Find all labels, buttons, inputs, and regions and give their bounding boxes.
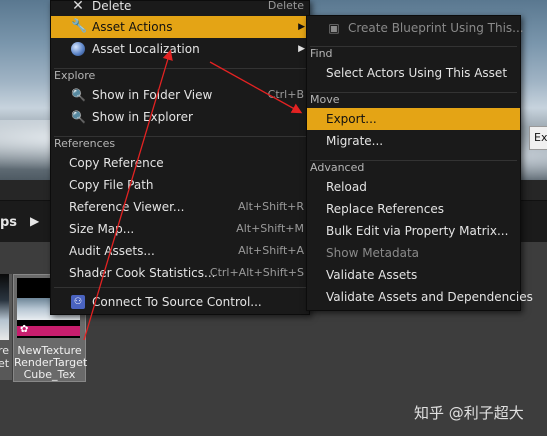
- watermark-text: 知乎 @利子超大: [414, 404, 524, 422]
- annotation-arrows: [83, 49, 303, 341]
- annotation-arrow-to-asset-actions: [83, 49, 173, 341]
- annotation-arrow-to-export: [209, 61, 303, 114]
